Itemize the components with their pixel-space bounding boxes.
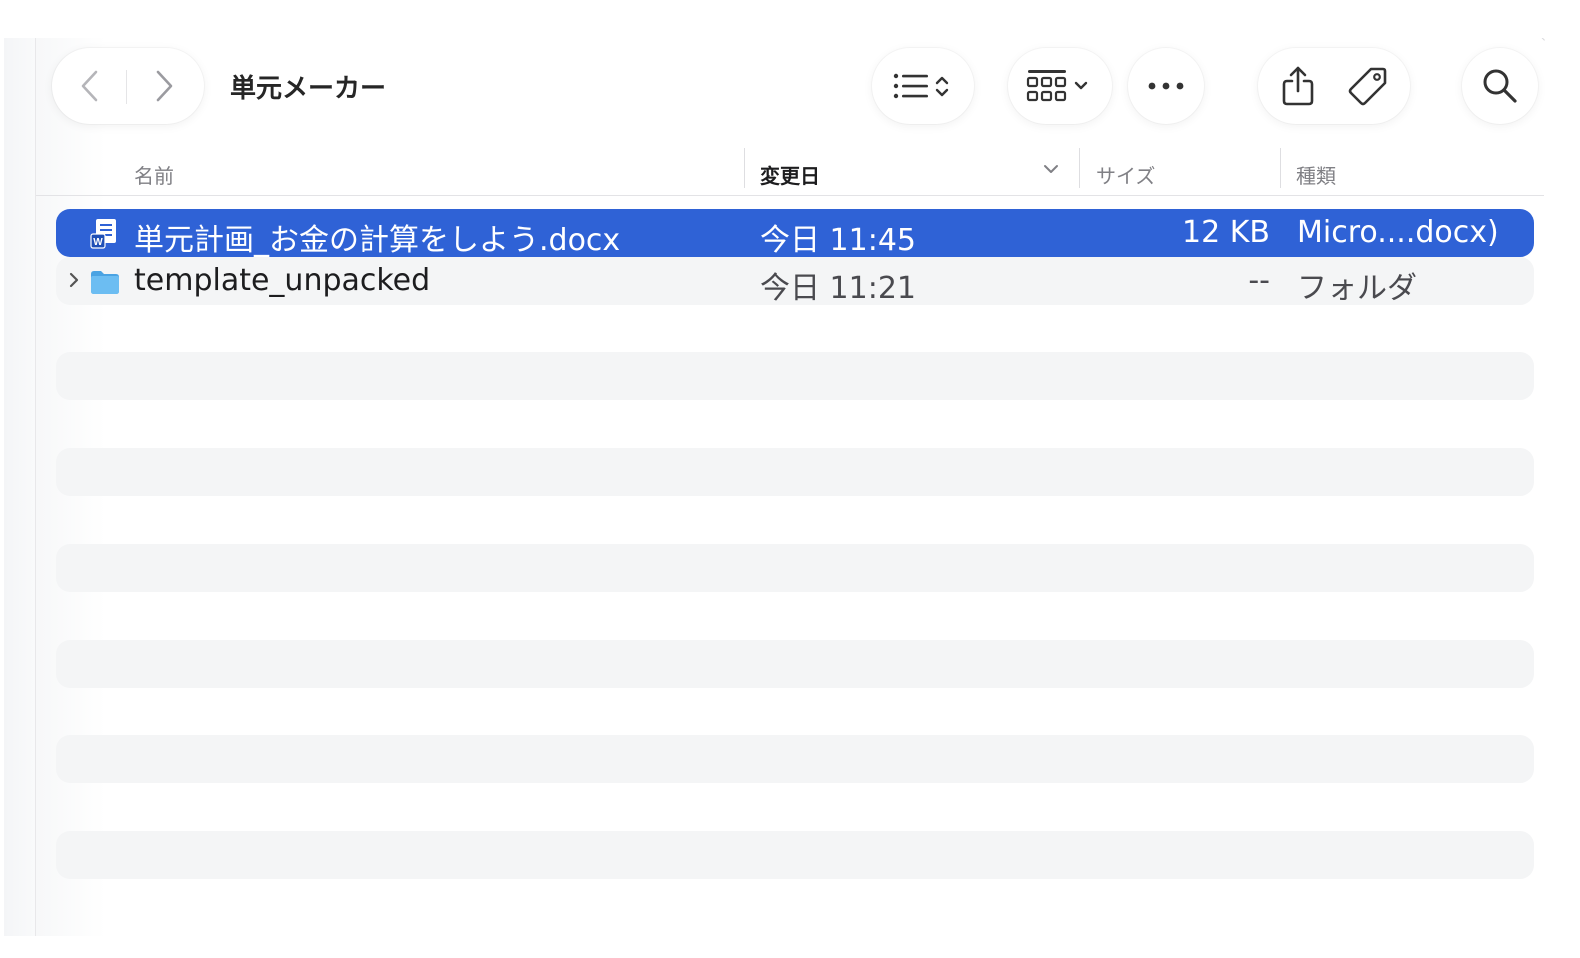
file-kind: フォルダ	[1297, 271, 1417, 306]
ellipsis-icon	[1148, 82, 1184, 90]
tag-icon	[1348, 67, 1387, 106]
file-kind: Micro....docx)	[1297, 215, 1499, 250]
file-size: --	[1248, 263, 1270, 298]
tag-button[interactable]	[1346, 64, 1390, 108]
sort-descending-icon[interactable]	[1042, 162, 1060, 176]
column-size[interactable]: サイズ	[1096, 160, 1155, 189]
empty-row	[56, 640, 1534, 688]
file-row[interactable]: W 単元計画_お金の計算をしよう.docx 今日 11:45 12 KB Mic…	[56, 209, 1534, 258]
disclosure-triangle-icon[interactable]	[66, 269, 82, 291]
finder-window: 単元メーカー 名前 変更日 サイズ 種類 W 単元計画_お金の計算をしよう.do…	[4, 38, 1570, 936]
share-icon	[1282, 66, 1314, 106]
empty-row	[56, 448, 1534, 496]
more-actions-button[interactable]	[1128, 48, 1204, 124]
group-button[interactable]	[1008, 48, 1112, 124]
back-button[interactable]	[70, 66, 110, 106]
forward-button[interactable]	[144, 66, 184, 106]
svg-text:W: W	[93, 237, 103, 248]
sidebar-edge	[4, 38, 36, 936]
column-date-modified[interactable]: 変更日	[760, 160, 820, 189]
chevron-right-icon	[156, 70, 173, 102]
empty-row	[56, 735, 1534, 783]
view-mode-button[interactable]	[872, 48, 974, 124]
grid-view-icon	[1026, 70, 1088, 102]
column-kind[interactable]: 種類	[1296, 160, 1336, 189]
file-size: 12 KB	[1182, 215, 1270, 250]
folder-icon	[91, 271, 119, 294]
file-date: 今日 11:21	[760, 271, 916, 306]
file-name: 単元計画_お金の計算をしよう.docx	[134, 223, 621, 258]
search-icon	[1483, 69, 1517, 103]
word-document-icon: W	[90, 219, 116, 249]
empty-row	[56, 831, 1534, 879]
share-button[interactable]	[1278, 64, 1318, 108]
empty-row	[56, 352, 1534, 400]
empty-row	[56, 544, 1534, 592]
chevron-left-icon	[81, 70, 98, 102]
column-name[interactable]: 名前	[134, 160, 174, 189]
list-view-icon	[893, 73, 949, 99]
file-date: 今日 11:45	[760, 223, 916, 258]
file-name: template_unpacked	[134, 263, 431, 298]
column-header: 名前 変更日 サイズ 種類	[36, 144, 1544, 196]
navigation-buttons	[52, 48, 204, 124]
share-tag-group	[1258, 48, 1410, 124]
window-title: 単元メーカー	[230, 74, 387, 104]
folder-row[interactable]: template_unpacked 今日 11:21 -- フォルダ	[56, 257, 1534, 306]
search-button[interactable]	[1462, 48, 1538, 124]
